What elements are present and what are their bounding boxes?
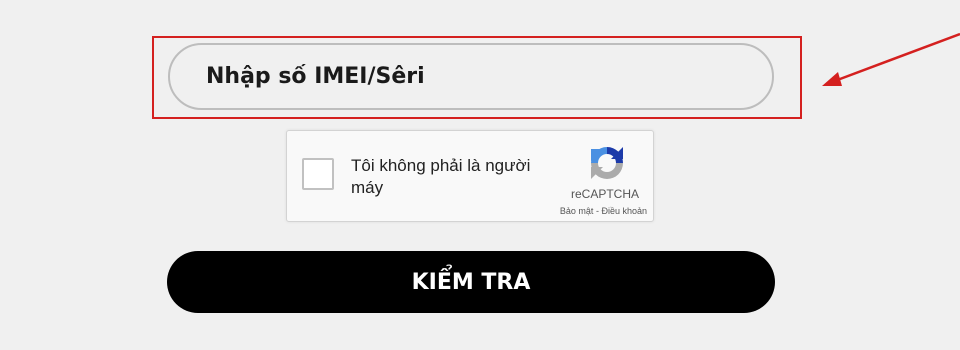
check-button[interactable]: KIỂM TRA [167,251,775,313]
terms-link[interactable]: Điều khoản [601,206,647,216]
arrow-left-icon [822,32,960,86]
recaptcha-links: Bảo mật - Điều khoản [537,206,647,216]
imei-check-page: Tôi không phải là người máy reCAPTCHA Bả… [0,0,960,350]
captcha-checkbox[interactable] [302,158,334,190]
link-separator: - [595,206,599,216]
recaptcha-brand: reCAPTCHA [570,187,639,201]
captcha-label: Tôi không phải là người máy [351,156,531,197]
recaptcha-widget: Tôi không phải là người máy reCAPTCHA Bả… [286,130,654,222]
recaptcha-icon [591,147,623,179]
imei-input[interactable] [168,43,774,110]
privacy-link[interactable]: Bảo mật [560,206,594,216]
